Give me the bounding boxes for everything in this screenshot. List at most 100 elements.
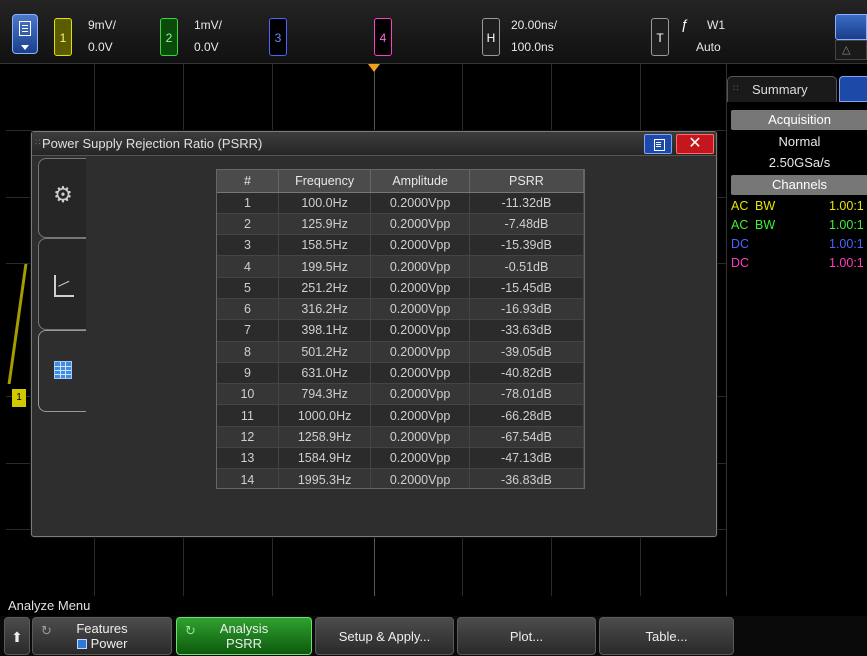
rotate-knob-icon: ↻ — [41, 623, 52, 638]
coupling: DC — [731, 256, 750, 270]
cell-amplitude: 0.2000Vpp — [370, 234, 470, 257]
table-row[interactable]: 5 251.2Hz 0.2000Vpp -15.45dB — [217, 277, 584, 299]
table-row[interactable]: 9 631.0Hz 0.2000Vpp -40.82dB — [217, 362, 584, 385]
cell-amplitude: 0.2000Vpp — [370, 255, 470, 278]
menu-title: Analyze Menu — [0, 596, 867, 616]
column-header-amplitude: Amplitude — [370, 170, 470, 193]
coupling: AC — [731, 199, 749, 213]
close-button[interactable]: ✕ — [676, 134, 714, 154]
cell-amplitude: 0.2000Vpp — [370, 341, 470, 363]
dialog-tabs: ⚙ — [38, 158, 86, 418]
cell-psrr: -15.39dB — [469, 234, 584, 257]
cell-psrr: -36.83dB — [469, 468, 584, 488]
cell-frequency: 100.0Hz — [278, 192, 372, 214]
probe-ratio: 1.00:1 — [829, 237, 864, 251]
sidebar-menu-button[interactable] — [839, 76, 867, 102]
acquisition-header: Acquisition — [731, 110, 867, 130]
cell-amplitude: 0.2000Vpp — [370, 447, 470, 470]
channel-4-button[interactable]: 4 — [374, 18, 392, 56]
features-softkey[interactable]: ↻ Features Power — [32, 617, 172, 655]
tab-plot[interactable] — [38, 238, 86, 330]
cell-psrr: -0.51dB — [469, 255, 584, 278]
trigger-mode: Auto — [696, 40, 721, 54]
cell-psrr: -7.48dB — [469, 213, 584, 236]
cell-index: 2 — [217, 213, 279, 236]
dialog-menu-button[interactable] — [644, 134, 672, 154]
table-row[interactable]: 13 1584.9Hz 0.2000Vpp -47.13dB — [217, 447, 584, 470]
table-row[interactable]: 1 100.0Hz 0.2000Vpp -11.32dB — [217, 192, 584, 214]
cell-psrr: -39.05dB — [469, 341, 584, 363]
channel-3-button[interactable]: 3 — [269, 18, 287, 56]
cell-psrr: -78.01dB — [469, 383, 584, 406]
dialog-title: Power Supply Rejection Ratio (PSRR) — [42, 136, 263, 151]
channel-1-button[interactable]: 1 — [54, 18, 72, 56]
psrr-results-table[interactable]: # Frequency Amplitude PSRR 1 100.0Hz 0.200… — [216, 169, 585, 489]
cell-psrr: -15.45dB — [469, 277, 584, 299]
cell-frequency: 794.3Hz — [278, 383, 372, 406]
sample-rate: 2.50GSa/s — [768, 155, 831, 170]
coupling: DC — [731, 237, 750, 251]
cell-psrr: -67.54dB — [469, 426, 584, 449]
bandwidth-limit: BW — [755, 199, 776, 213]
cell-psrr: -33.63dB — [469, 319, 584, 342]
analysis-softkey[interactable]: ↻ Analysis PSRR — [176, 617, 312, 655]
table-row[interactable]: 2 125.9Hz 0.2000Vpp -7.48dB — [217, 213, 584, 236]
cell-psrr: -40.82dB — [469, 362, 584, 385]
coupling: AC — [731, 218, 749, 232]
table-row[interactable]: 11 1000.0Hz 0.2000Vpp -66.28dB — [217, 404, 584, 427]
back-button[interactable]: ⬆ — [4, 617, 30, 655]
cursor-mode-button[interactable]: △ — [835, 40, 867, 60]
main-menu-button[interactable] — [12, 14, 38, 54]
horizontal-delay: 100.0ns — [511, 40, 554, 54]
main-menu-icon — [19, 21, 31, 36]
cell-frequency: 1258.9Hz — [278, 426, 372, 449]
features-value-text: Power — [90, 636, 128, 651]
setup-apply-softkey[interactable]: Setup & Apply... — [315, 617, 454, 655]
channel-1-trace — [7, 264, 28, 384]
table-row[interactable]: 7 398.1Hz 0.2000Vpp -33.63dB — [217, 319, 584, 342]
cell-amplitude: 0.2000Vpp — [370, 404, 470, 427]
table-row[interactable]: 8 501.2Hz 0.2000Vpp -39.05dB — [217, 341, 584, 363]
table-row[interactable]: 14 1995.3Hz 0.2000Vpp -36.83dB — [217, 468, 584, 488]
table-row[interactable]: 12 1258.9Hz 0.2000Vpp -67.54dB — [217, 426, 584, 449]
trigger-button[interactable]: T — [651, 18, 669, 56]
features-value: Power — [33, 636, 171, 651]
drag-grip-icon[interactable]: ∷ — [35, 137, 41, 148]
gear-icon: ⚙ — [53, 182, 73, 207]
cell-frequency: 125.9Hz — [278, 213, 372, 236]
trigger-position-marker[interactable] — [368, 64, 380, 72]
horizontal-button[interactable]: H — [482, 18, 500, 56]
chevron-down-icon — [21, 45, 29, 50]
channel-1-offset: 0.0V — [88, 40, 113, 54]
channel-2-button[interactable]: 2 — [160, 18, 178, 56]
cell-frequency: 1000.0Hz — [278, 404, 372, 427]
cell-amplitude: 0.2000Vpp — [370, 277, 470, 299]
cell-frequency: 398.1Hz — [278, 319, 372, 342]
dialog-title-bar[interactable]: ∷ Power Supply Rejection Ratio (PSRR) ✕ — [32, 132, 716, 156]
cell-amplitude: 0.2000Vpp — [370, 298, 470, 321]
plot-softkey[interactable]: Plot... — [457, 617, 596, 655]
table-icon — [54, 361, 72, 379]
cell-frequency: 158.5Hz — [278, 234, 372, 257]
rising-edge-icon: ƒ — [681, 16, 689, 32]
rotate-knob-icon: ↻ — [185, 623, 196, 638]
tab-settings[interactable]: ⚙ — [38, 158, 86, 238]
probe-ratio: 1.00:1 — [829, 256, 864, 270]
cell-index: 8 — [217, 341, 279, 363]
cell-index: 14 — [217, 468, 279, 488]
table-body: 1 100.0Hz 0.2000Vpp -11.32dB 2 125.9Hz 0.2000V… — [217, 192, 584, 488]
tab-table[interactable] — [38, 330, 86, 412]
channel-2-offset: 0.0V — [194, 40, 219, 54]
table-row[interactable]: 3 158.5Hz 0.2000Vpp -15.39dB — [217, 234, 584, 257]
cell-frequency: 251.2Hz — [278, 277, 372, 299]
tab-summary[interactable]: ∷ Summary — [727, 76, 837, 102]
table-row[interactable]: 10 794.3Hz 0.2000Vpp -78.01dB — [217, 383, 584, 406]
features-label: Features — [76, 621, 128, 636]
channel-1-ground-marker[interactable]: 1 — [12, 389, 26, 407]
table-softkey[interactable]: Table... — [599, 617, 734, 655]
display-mode-button[interactable] — [835, 14, 867, 40]
table-row[interactable]: 4 199.5Hz 0.2000Vpp -0.51dB — [217, 255, 584, 278]
psrr-dialog: ∷ Power Supply Rejection Ratio (PSRR) ✕ … — [31, 131, 717, 537]
column-header-index: # — [217, 170, 279, 193]
table-row[interactable]: 6 316.2Hz 0.2000Vpp -16.93dB — [217, 298, 584, 321]
